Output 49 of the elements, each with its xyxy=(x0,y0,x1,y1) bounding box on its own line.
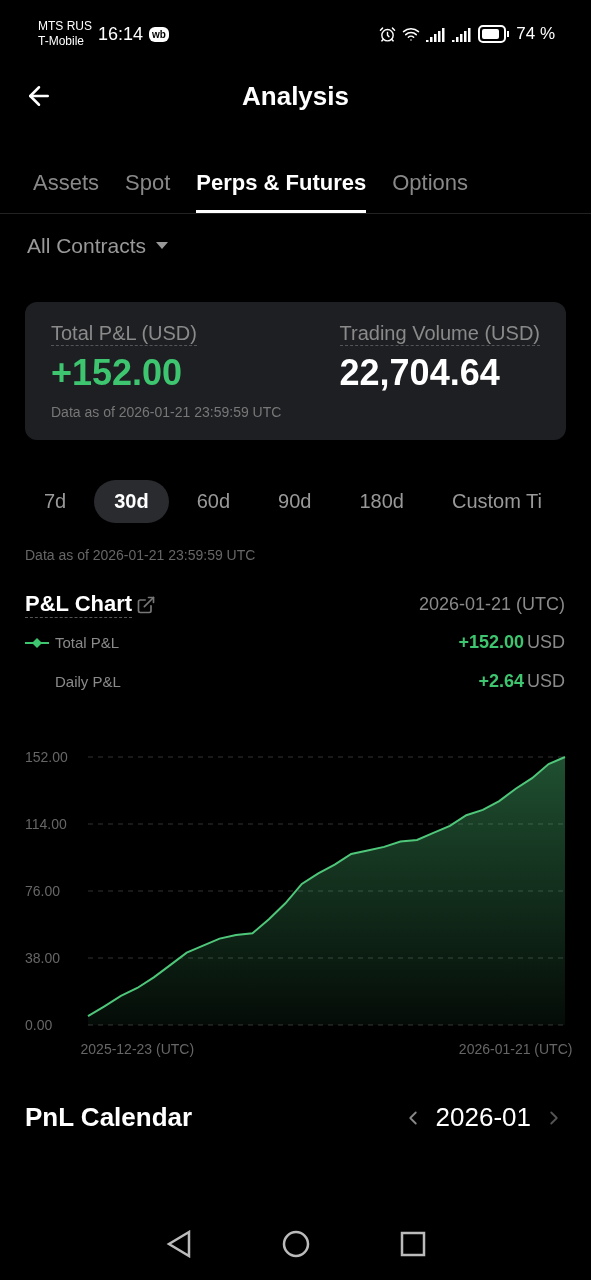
period-tab[interactable]: 30d xyxy=(94,480,169,523)
period-tab[interactable]: 7d xyxy=(24,480,87,523)
data-note: Data as of 2026-01-21 23:59:59 UTC xyxy=(24,546,257,563)
data-note: Data as of 2026-01-21 23:59:59 UTC xyxy=(51,404,283,420)
caret-icon xyxy=(156,242,169,250)
axis-label: 152.00 xyxy=(25,749,68,765)
chart-title[interactable]: P&L Chart xyxy=(25,591,133,618)
battery-percent: 74 % xyxy=(516,24,555,44)
legend-value: +2.64 USD xyxy=(478,671,565,692)
tab[interactable]: Options xyxy=(392,170,469,213)
home-nav-icon[interactable] xyxy=(281,1230,310,1258)
recents-nav-icon[interactable] xyxy=(399,1231,426,1257)
legend-label: Total P&L xyxy=(55,634,120,651)
app-badge: wb xyxy=(149,26,169,42)
legend-value: +152.00 USD xyxy=(458,632,565,653)
axis-label: 114.00 xyxy=(25,816,67,832)
period-tab[interactable]: 60d xyxy=(176,480,251,523)
volume-value: 22,704.64 xyxy=(339,352,501,394)
tab[interactable]: Spot xyxy=(125,170,171,213)
contract-filter[interactable]: All Contracts xyxy=(27,234,147,258)
period-tab[interactable]: 180d xyxy=(339,480,424,523)
pnl-value: +152.00 xyxy=(51,352,184,394)
tab[interactable]: Perps & Futures xyxy=(196,170,367,213)
chart-date: 2026-01-21 (UTC) xyxy=(418,594,565,615)
axis-label: 0.00 xyxy=(25,1017,53,1033)
period-tab[interactable]: Custom Ti xyxy=(431,480,562,523)
axis-label: 2025-12-23 (UTC) xyxy=(80,1041,195,1057)
carrier-name: MTS RUS xyxy=(38,19,92,34)
carrier-name: T-Mobile xyxy=(38,34,85,49)
clock-time: 16:14 xyxy=(98,23,144,45)
signal-icon xyxy=(452,26,473,42)
axis-label: 2026-01-21 (UTC) xyxy=(458,1041,573,1057)
pnl-label: Total P&L (USD) xyxy=(51,322,197,346)
axis-label: 38.00 xyxy=(25,950,61,966)
signal-icon xyxy=(426,26,447,42)
section-title: PnL Calendar xyxy=(25,1102,193,1133)
back-nav-icon[interactable] xyxy=(165,1230,192,1258)
tab[interactable]: Assets xyxy=(33,170,100,213)
month-label: 2026-01 xyxy=(435,1102,531,1133)
alarm-icon xyxy=(379,25,397,43)
external-link-icon[interactable] xyxy=(136,594,157,615)
legend-line-icon xyxy=(25,636,49,649)
wifi-icon xyxy=(402,25,421,43)
axis-label: 76.00 xyxy=(25,883,61,899)
legend-label: Daily P&L xyxy=(55,673,121,690)
volume-label: Trading Volume (USD) xyxy=(339,322,540,346)
period-tab[interactable]: 90d xyxy=(258,480,332,523)
page-title: Analysis xyxy=(242,80,349,111)
battery-icon xyxy=(478,25,511,43)
